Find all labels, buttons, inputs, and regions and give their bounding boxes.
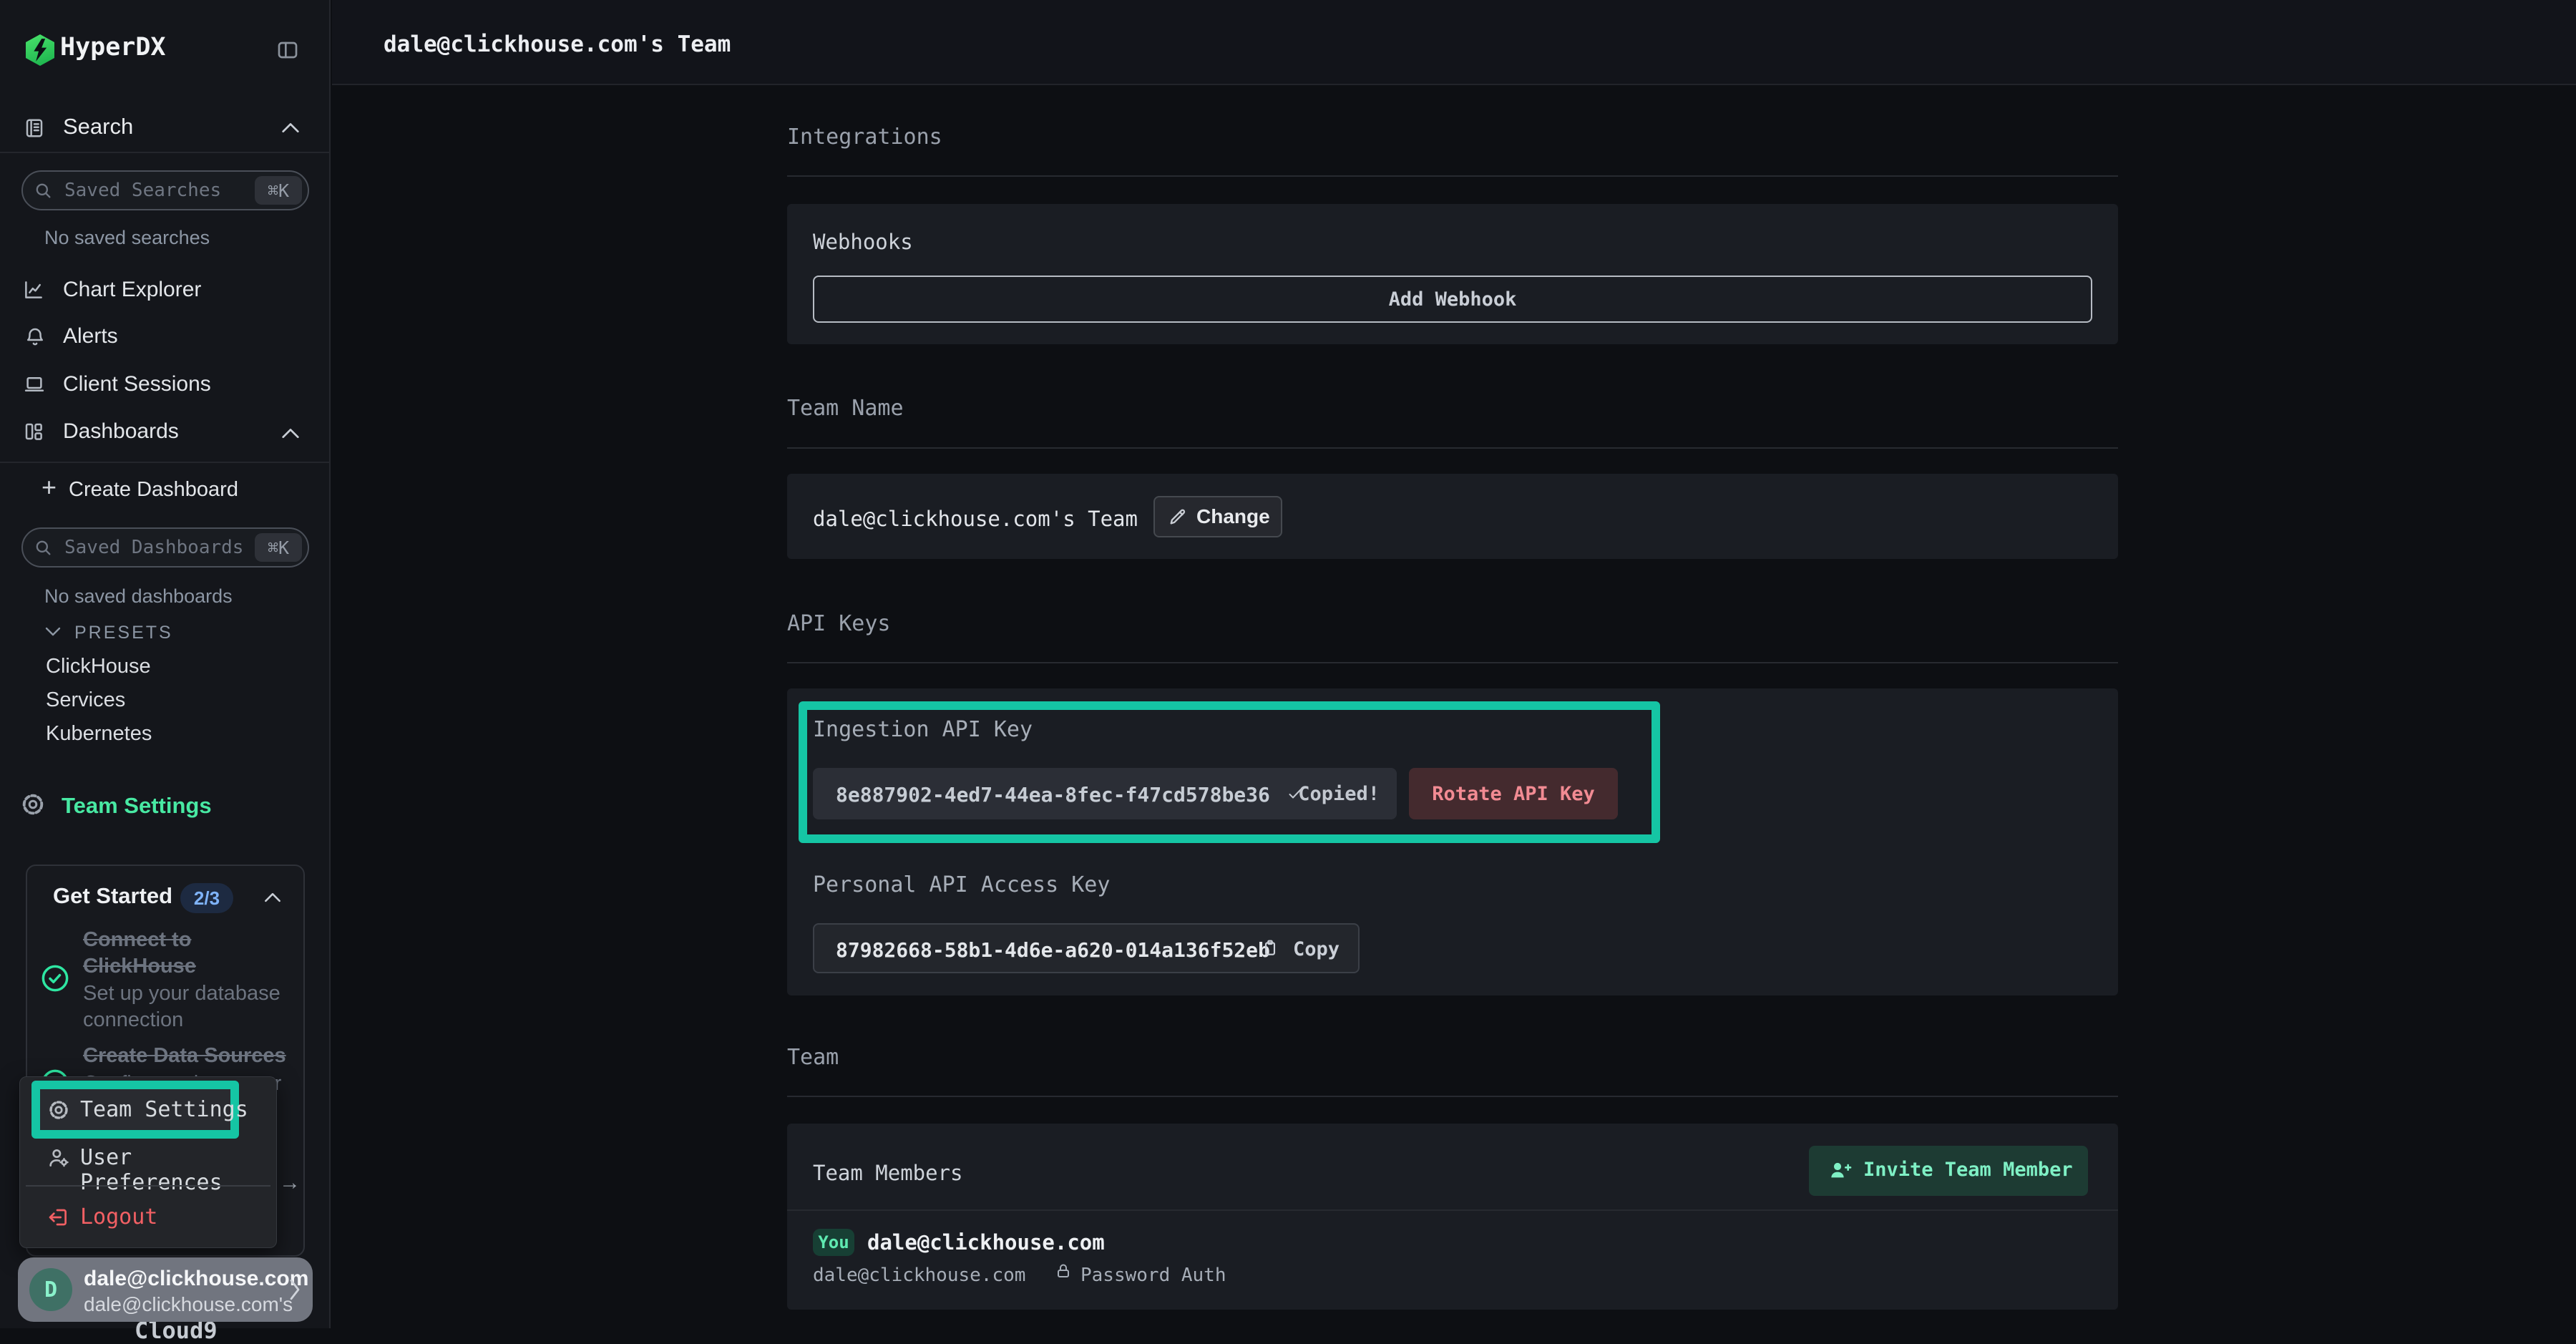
webhooks-label: Webhooks — [813, 230, 913, 254]
user-menu-popup: Team Settings User Preferences Logout — [19, 1076, 277, 1248]
menu-item-user-preferences[interactable]: User Preferences — [80, 1145, 276, 1195]
page-title: dale@clickhouse.com's Team — [384, 31, 731, 57]
progress-badge: 2/3 — [180, 883, 233, 913]
member-auth-method: Password Auth — [1080, 1265, 1226, 1286]
presets-chevron-down-icon[interactable] — [44, 627, 62, 637]
page-header: dale@clickhouse.com's Team — [332, 0, 2576, 85]
sidebar-item-team-settings[interactable]: Team Settings — [62, 793, 212, 819]
chevron-right-icon — [288, 1277, 301, 1302]
user-preferences-icon — [47, 1146, 70, 1169]
rotate-api-key-label: Rotate API Key — [1432, 783, 1595, 805]
user-email: dale@clickhouse.com — [84, 1267, 308, 1291]
ingestion-key-chip[interactable]: 8e887902-4ed7-44ea-8fec-f47cd578be36 Cop… — [813, 768, 1397, 819]
clipboard-icon — [1261, 938, 1279, 958]
plus-icon: + — [42, 472, 57, 502]
shortcut-badge: ⌘K — [255, 176, 302, 205]
no-saved-dashboards-text: No saved dashboards — [44, 585, 233, 608]
api-keys-heading: API Keys — [787, 611, 891, 636]
team-name-heading: Team Name — [787, 396, 904, 421]
integrations-heading: Integrations — [787, 125, 942, 150]
shortcut-badge: ⌘K — [255, 533, 302, 562]
team-heading: Team — [787, 1045, 839, 1070]
personal-key-value: 87982668-58b1-4d6e-a620-014a136f52eb — [836, 938, 1270, 962]
pencil-icon — [1168, 507, 1188, 527]
user-profile-bar[interactable]: D dale@clickhouse.com dale@clickhouse.co… — [18, 1257, 313, 1322]
change-team-name-button[interactable]: Change — [1153, 496, 1282, 537]
section-divider — [787, 662, 2118, 663]
hyperdx-logo-icon — [26, 34, 54, 66]
section-divider — [787, 447, 2118, 449]
get-started-item-desc: Set up your database connection — [83, 980, 292, 1033]
gear-icon — [47, 1099, 70, 1121]
alerts-bell-icon — [24, 325, 46, 348]
invite-team-member-button[interactable]: Invite Team Member — [1809, 1146, 2088, 1196]
preset-clickhouse[interactable]: ClickHouse — [46, 655, 151, 678]
team-name-card: dale@clickhouse.com's Team Change — [787, 474, 2118, 559]
add-webhook-label: Add Webhook — [1389, 288, 1517, 311]
member-email: dale@clickhouse.com — [867, 1230, 1105, 1255]
team-name-value: dale@clickhouse.com's Team — [813, 507, 1138, 531]
add-webhook-button[interactable]: Add Webhook — [813, 276, 2092, 323]
team-members-label: Team Members — [813, 1161, 963, 1185]
avatar: D — [29, 1268, 72, 1311]
arrow-right-icon[interactable]: → — [279, 1171, 301, 1195]
copied-label: Copied! — [1298, 783, 1380, 805]
preset-kubernetes[interactable]: Kubernetes — [46, 722, 152, 746]
dashboards-chevron-up-icon[interactable] — [280, 427, 301, 439]
avatar-initial: D — [44, 1277, 57, 1302]
get-started-item-title[interactable]: Create Data Sources — [83, 1043, 299, 1069]
sidebar-section-dashboards[interactable]: Dashboards — [63, 419, 179, 444]
sidebar-item-alerts[interactable]: Alerts — [63, 324, 118, 349]
lock-icon — [1055, 1261, 1072, 1281]
menu-item-team-settings[interactable]: Team Settings — [80, 1097, 248, 1122]
main-content: Integrations Webhooks Add Webhook Team N… — [332, 87, 2576, 1328]
you-badge: You — [813, 1229, 854, 1256]
get-started-title: Get Started — [53, 883, 172, 909]
webhooks-card: Webhooks Add Webhook — [787, 204, 2118, 344]
member-email-sub: dale@clickhouse.com — [813, 1265, 1025, 1286]
sidebar-collapse-icon[interactable] — [275, 39, 301, 62]
card-divider — [787, 1209, 2118, 1211]
user-team-subtitle: dale@clickhouse.com's — [84, 1293, 293, 1316]
team-members-card: Team Members Invite Team Member You dale… — [787, 1124, 2118, 1310]
rotate-api-key-button[interactable]: Rotate API Key — [1409, 768, 1618, 819]
gear-icon — [20, 792, 46, 817]
change-button-label: Change — [1196, 505, 1270, 528]
sidebar-divider — [0, 462, 329, 463]
menu-divider — [26, 1185, 270, 1187]
check-circle-icon — [40, 963, 70, 993]
invite-team-member-label: Invite Team Member — [1863, 1159, 2073, 1181]
search-section-icon — [24, 117, 45, 140]
personal-key-chip[interactable]: 87982668-58b1-4d6e-a620-014a136f52eb Cop… — [813, 923, 1360, 973]
sidebar-divider — [0, 152, 329, 153]
ingestion-api-key-label: Ingestion API Key — [813, 717, 1033, 742]
search-icon — [33, 180, 53, 200]
api-keys-card: Ingestion API Key 8e887902-4ed7-44ea-8fe… — [787, 688, 2118, 995]
app-title: HyperDX — [60, 33, 166, 62]
search-icon — [33, 537, 53, 557]
get-started-chevron-up-icon[interactable] — [263, 892, 282, 902]
sidebar: HyperDX Search ⌘K No saved searches Char… — [0, 0, 331, 1328]
no-saved-searches-text: No saved searches — [44, 227, 210, 249]
sidebar-section-search[interactable]: Search — [63, 114, 133, 140]
client-sessions-laptop-icon — [23, 374, 46, 395]
sidebar-item-client-sessions[interactable]: Client Sessions — [63, 372, 211, 396]
presets-header[interactable]: PRESETS — [74, 623, 173, 643]
person-add-icon — [1829, 1159, 1852, 1182]
personal-api-key-label: Personal API Access Key — [813, 872, 1110, 897]
copy-button[interactable]: Copy — [1293, 938, 1340, 960]
ingestion-key-value: 8e887902-4ed7-44ea-8fec-f47cd578be36 — [836, 783, 1270, 807]
create-dashboard-button[interactable]: Create Dashboard — [69, 478, 238, 502]
chart-explorer-icon — [23, 279, 44, 301]
menu-item-logout[interactable]: Logout — [80, 1204, 157, 1229]
sidebar-item-chart-explorer[interactable]: Chart Explorer — [63, 278, 201, 302]
section-divider — [787, 175, 2118, 177]
preset-services[interactable]: Services — [46, 688, 125, 712]
section-divider — [787, 1096, 2118, 1097]
dashboards-grid-icon — [23, 421, 44, 442]
get-started-item-title[interactable]: Connect to ClickHouse — [83, 927, 292, 980]
logout-icon — [47, 1206, 70, 1229]
search-section-chevron-up-icon[interactable] — [280, 122, 301, 133]
